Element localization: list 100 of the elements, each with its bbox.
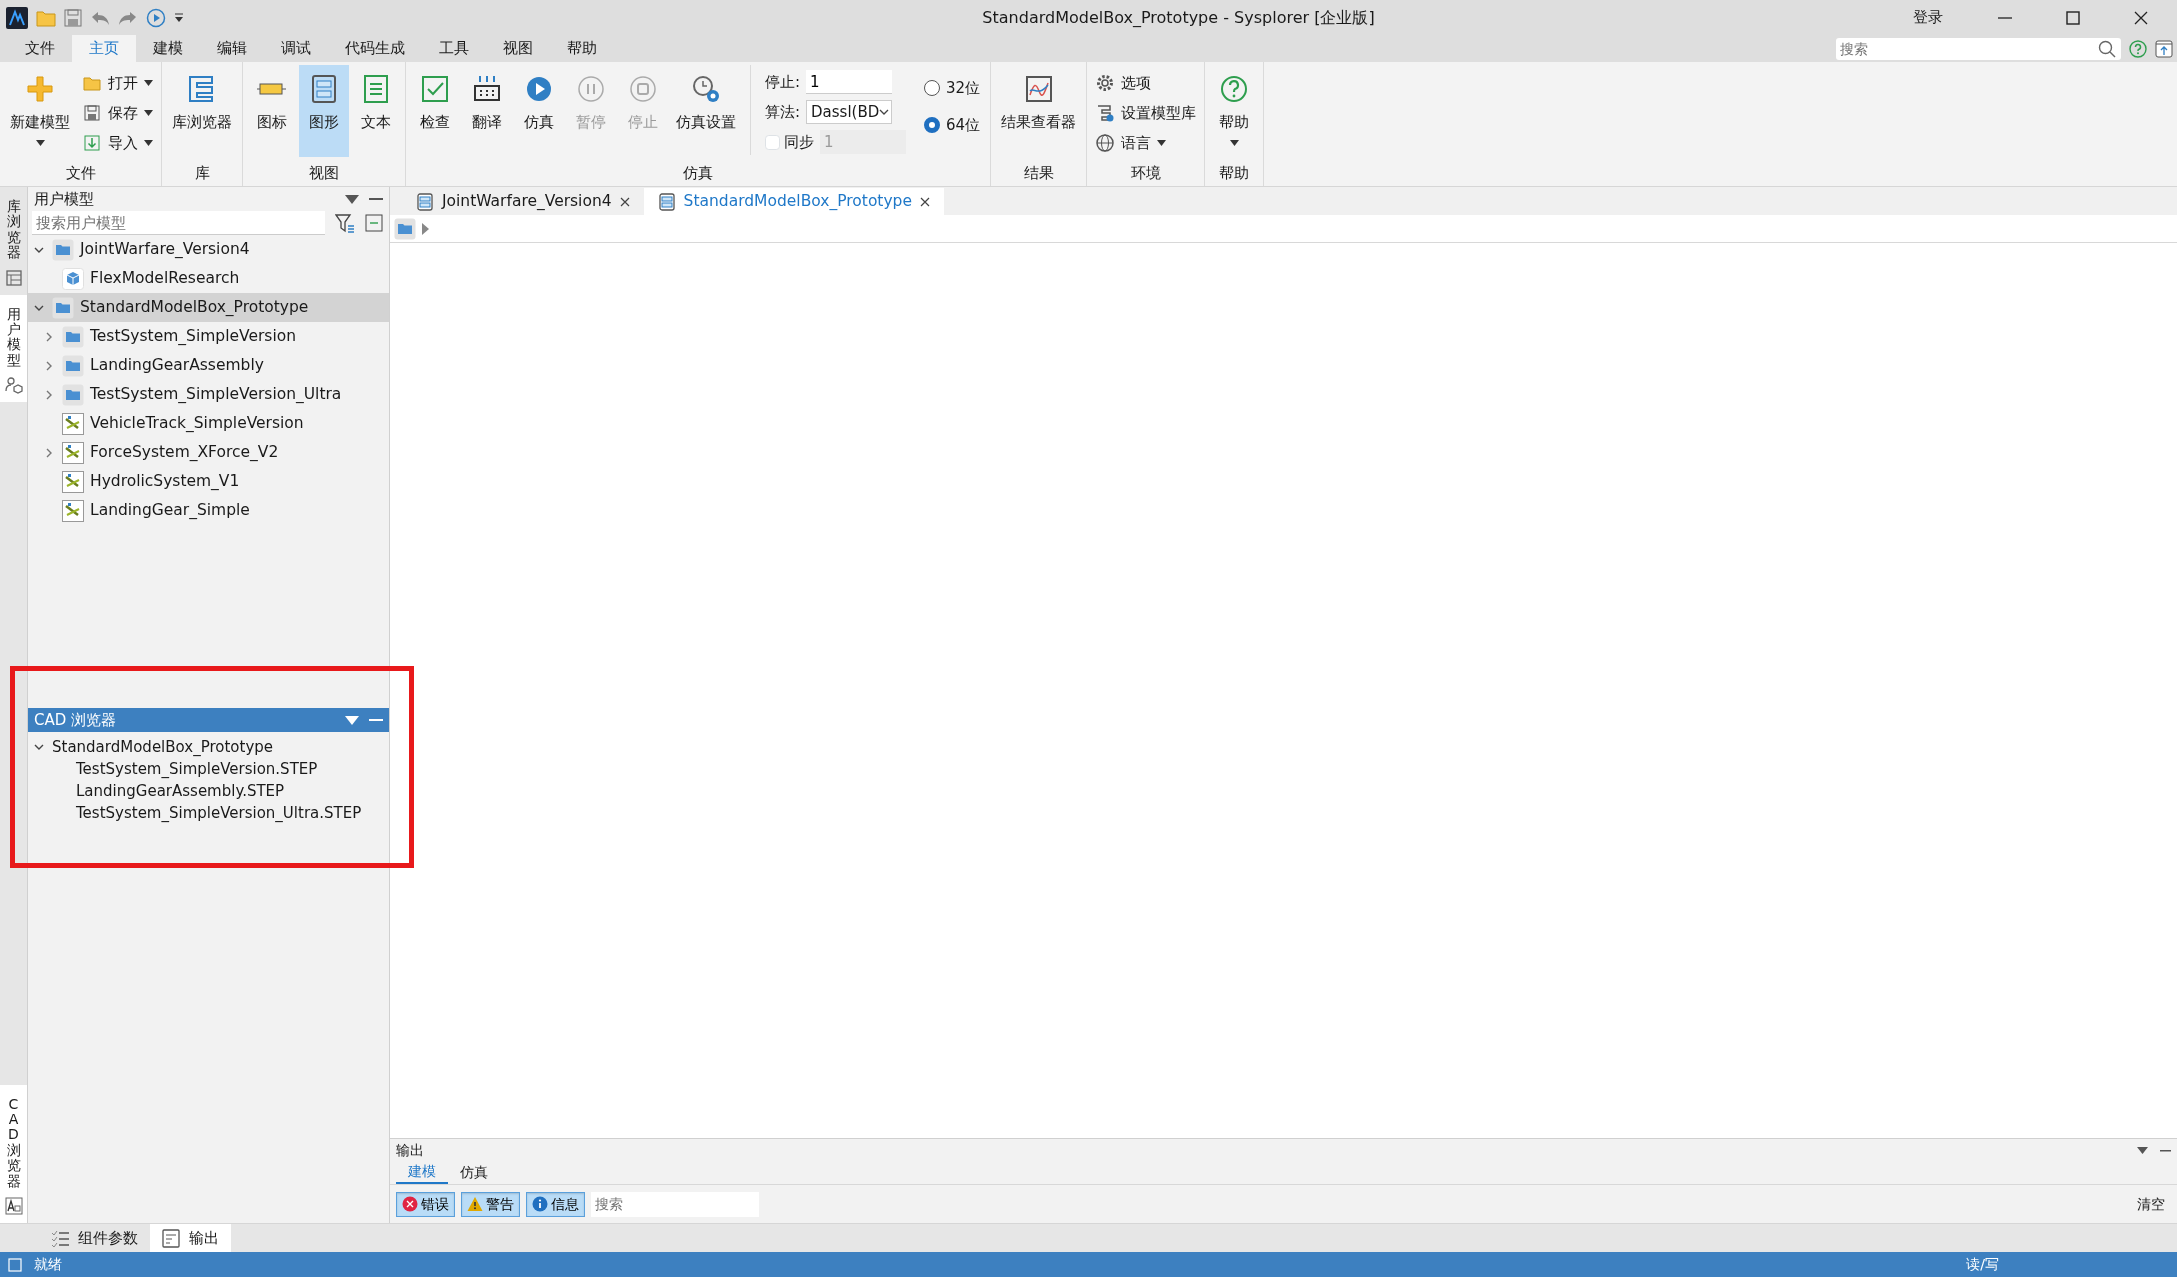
radio-button[interactable]: 32位 bbox=[924, 77, 981, 100]
bottom-tab[interactable]: 输出 bbox=[150, 1224, 231, 1252]
ribbon-button[interactable]: 新建模型 bbox=[4, 65, 76, 157]
output-tab[interactable]: 建模 bbox=[396, 1161, 448, 1184]
ribbon-button[interactable]: 检查 bbox=[410, 65, 460, 157]
play-icon[interactable] bbox=[146, 7, 166, 28]
ribbon-button[interactable]: 仿真设置 bbox=[670, 65, 742, 157]
close-icon[interactable] bbox=[619, 196, 630, 207]
tree-item[interactable]: LandingGearAssembly.STEP bbox=[28, 780, 389, 802]
tree-item[interactable]: ForceSystem_XForce_V2 bbox=[28, 438, 389, 467]
chevron-right-icon[interactable] bbox=[44, 389, 54, 400]
group-label: 库 bbox=[193, 163, 211, 184]
menu-tab[interactable]: 建模 bbox=[136, 34, 200, 62]
ribbon-button[interactable]: 图形 bbox=[299, 65, 349, 157]
chevron-right-icon[interactable] bbox=[44, 447, 54, 458]
ribbon-button[interactable]: 保存 bbox=[78, 99, 157, 127]
tree-item[interactable]: TestSystem_SimpleVersion bbox=[28, 322, 389, 351]
chevron-right-icon[interactable] bbox=[422, 222, 429, 235]
undo-icon[interactable] bbox=[90, 9, 110, 26]
checkbox-label: 同步 bbox=[784, 131, 814, 153]
minimize-icon[interactable] bbox=[369, 197, 383, 201]
tree-item[interactable]: JointWarfare_Version4 bbox=[28, 235, 389, 264]
tree-item[interactable]: VehicleTrack_SimpleVersion bbox=[28, 409, 389, 438]
group-label: 结果 bbox=[1022, 163, 1055, 184]
ribbon-button[interactable]: 语言 bbox=[1091, 129, 1201, 157]
save-icon[interactable] bbox=[64, 8, 82, 27]
close-icon[interactable] bbox=[920, 196, 930, 207]
chevron-down-icon[interactable] bbox=[34, 742, 44, 752]
help-icon[interactable] bbox=[2129, 40, 2147, 58]
menu-tab[interactable]: 主页 bbox=[72, 34, 136, 62]
document-tab[interactable]: JointWarfare_Version4 bbox=[402, 188, 644, 215]
minimize-icon[interactable] bbox=[369, 718, 383, 722]
plus-icon bbox=[24, 73, 56, 105]
chevron-right-icon[interactable] bbox=[44, 331, 54, 342]
status-text: 就绪 bbox=[34, 1255, 62, 1274]
ribbon-button[interactable]: 仿真 bbox=[514, 65, 564, 157]
tree-item[interactable]: TestSystem_SimpleVersion_Ultra.STEP bbox=[28, 802, 389, 824]
ribbon-button[interactable]: 图标 bbox=[247, 65, 297, 157]
collapse-ribbon-icon[interactable] bbox=[2155, 40, 2173, 58]
menu-tab[interactable]: 视图 bbox=[486, 34, 550, 62]
side-tab[interactable]: 用户模型 bbox=[0, 294, 27, 403]
radio-button[interactable]: 64位 bbox=[924, 113, 981, 136]
dropdown-icon[interactable] bbox=[2137, 1146, 2148, 1154]
side-tab[interactable]: CAD 浏览器 bbox=[0, 1084, 27, 1223]
filter-button[interactable]: 警告 bbox=[461, 1191, 520, 1217]
login-link[interactable]: 登录 bbox=[1913, 6, 1943, 29]
chevron-right-icon[interactable] bbox=[44, 360, 54, 371]
ribbon-button[interactable]: 翻译 bbox=[462, 65, 512, 157]
panel-title: CAD 浏览器 bbox=[34, 709, 118, 731]
dropdown-icon[interactable] bbox=[345, 715, 359, 725]
dropdown-field[interactable]: Dassl(BD bbox=[806, 100, 893, 124]
menu-tab[interactable]: 工具 bbox=[422, 34, 486, 62]
field-label: 算法: bbox=[765, 101, 801, 123]
tree-item[interactable]: FlexModelResearch bbox=[28, 264, 389, 293]
ribbon-button[interactable]: 帮助 bbox=[1209, 65, 1260, 157]
window-title: StandardModelBox_Prototype - Sysplorer [企业版] bbox=[981, 6, 1376, 29]
tree-label: VehicleTrack_SimpleVersion bbox=[90, 412, 304, 434]
filter-icon[interactable] bbox=[335, 213, 355, 233]
tree-item[interactable]: TestSystem_SimpleVersion.STEP bbox=[28, 758, 389, 780]
input-field[interactable]: 1 bbox=[806, 70, 893, 94]
close-icon[interactable] bbox=[2133, 9, 2149, 26]
tree-item[interactable]: LandingGearAssembly bbox=[28, 351, 389, 380]
tree-item[interactable]: StandardModelBox_Prototype bbox=[28, 293, 389, 322]
collapse-all-icon[interactable] bbox=[365, 214, 383, 232]
ribbon-button[interactable]: 选项 bbox=[1091, 69, 1201, 97]
redo-icon[interactable] bbox=[118, 9, 138, 26]
ribbon-button[interactable]: 结果查看器 bbox=[995, 65, 1083, 157]
side-tab[interactable]: 库浏览器 bbox=[0, 187, 27, 295]
tree-item[interactable]: HydrolicSystem_V1 bbox=[28, 467, 389, 496]
tree-label: JointWarfare_Version4 bbox=[80, 238, 250, 260]
chevron-down-icon bbox=[879, 108, 890, 116]
folder-icon bbox=[52, 238, 74, 261]
maximize-icon[interactable] bbox=[2065, 9, 2081, 26]
dropdown-icon[interactable] bbox=[345, 194, 359, 204]
filter-button[interactable]: 错误 bbox=[396, 1191, 455, 1217]
ribbon-button[interactable]: 设置模型库 bbox=[1091, 99, 1201, 127]
clear-link[interactable]: 清空 bbox=[2137, 1193, 2171, 1215]
menu-tab[interactable]: 编辑 bbox=[200, 34, 264, 62]
menu-tab[interactable]: 代码生成 bbox=[328, 34, 422, 62]
search-field[interactable]: 搜索用户模型 bbox=[32, 211, 325, 235]
folder-icon[interactable] bbox=[394, 217, 416, 240]
menu-tab[interactable]: 帮助 bbox=[550, 34, 614, 62]
document-tab[interactable]: StandardModelBox_Prototype bbox=[643, 188, 944, 215]
ribbon-button[interactable]: 库浏览器 bbox=[166, 65, 238, 157]
tree-item[interactable]: LandingGear_Simple bbox=[28, 496, 389, 525]
menu-tab[interactable]: 调试 bbox=[264, 34, 328, 62]
tree-item[interactable]: StandardModelBox_Prototype bbox=[28, 736, 389, 758]
tree-item[interactable]: TestSystem_SimpleVersion_Ultra bbox=[28, 380, 389, 409]
ribbon-button[interactable]: 导入 bbox=[78, 129, 157, 157]
tree-label: StandardModelBox_Prototype bbox=[52, 736, 274, 758]
search-field[interactable]: 搜索 bbox=[591, 1191, 759, 1217]
ribbon-button[interactable]: 打开 bbox=[78, 69, 157, 97]
ribbon-button[interactable]: 文本 bbox=[351, 65, 401, 157]
search-field[interactable]: 搜索 bbox=[1836, 38, 2121, 60]
filter-button[interactable]: 信息 bbox=[526, 1191, 585, 1217]
bottom-tab[interactable]: 组件参数 bbox=[39, 1224, 150, 1252]
output-tab[interactable]: 仿真 bbox=[448, 1161, 500, 1184]
minimize-icon[interactable] bbox=[2160, 1148, 2171, 1152]
customize-caret-icon[interactable] bbox=[174, 12, 184, 23]
menu-tab[interactable]: 文件 bbox=[8, 34, 72, 62]
